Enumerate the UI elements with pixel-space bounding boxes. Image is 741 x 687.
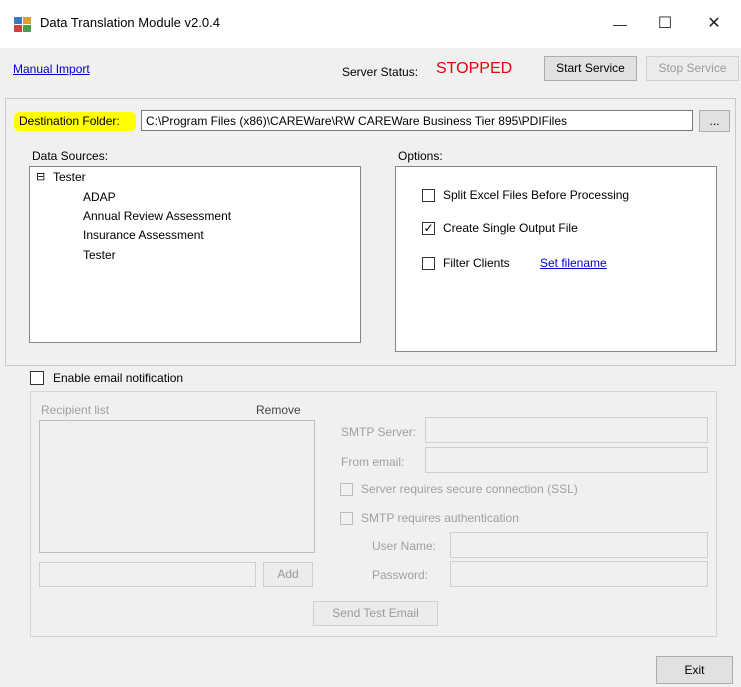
split-excel-checkbox[interactable]: [422, 189, 435, 202]
server-status-value: STOPPED: [436, 60, 513, 77]
single-output-checkbox[interactable]: ✓: [422, 222, 435, 235]
from-email-input[interactable]: [425, 447, 708, 473]
data-sources-label: Data Sources:: [32, 149, 109, 163]
maximize-button[interactable]: ☐: [647, 10, 683, 38]
tree-child-annual-review[interactable]: Annual Review Assessment: [83, 209, 231, 223]
split-excel-label[interactable]: Split Excel Files Before Processing: [443, 188, 629, 202]
window-title: Data Translation Module v2.0.4: [40, 15, 220, 30]
smtp-server-label: SMTP Server:: [341, 425, 417, 439]
set-filename-link[interactable]: Set filename: [540, 256, 607, 270]
smtp-server-input[interactable]: [425, 417, 708, 443]
recipient-input[interactable]: [39, 562, 256, 587]
close-button[interactable]: ✕: [696, 10, 732, 38]
recipient-list-label: Recipient list: [41, 403, 110, 417]
single-output-label[interactable]: Create Single Output File: [443, 221, 578, 235]
data-sources-tree[interactable]: [29, 166, 361, 343]
destination-folder-input[interactable]: C:\Program Files (x86)\CAREWare\RW CAREW…: [141, 110, 693, 131]
tree-collapse-icon[interactable]: ⊟: [36, 170, 45, 183]
enable-email-label[interactable]: Enable email notification: [53, 371, 183, 385]
ssl-label[interactable]: Server requires secure connection (SSL): [361, 482, 578, 496]
password-label: Password:: [372, 568, 429, 582]
exit-button[interactable]: Exit: [656, 656, 733, 684]
from-email-label: From email:: [341, 455, 405, 469]
tree-child-adap[interactable]: ADAP: [83, 190, 116, 204]
tree-child-insurance[interactable]: Insurance Assessment: [83, 228, 204, 242]
destination-folder-label: Destination Folder:: [19, 114, 120, 128]
server-status-label: Server Status:: [342, 65, 419, 79]
enable-email-checkbox[interactable]: [30, 371, 44, 385]
smtp-auth-label[interactable]: SMTP requires authentication: [361, 511, 519, 525]
recipient-list-box[interactable]: [39, 420, 315, 553]
tree-node-tester[interactable]: Tester: [53, 170, 86, 184]
user-name-input[interactable]: [450, 532, 708, 558]
add-recipient-button[interactable]: Add: [263, 562, 313, 587]
user-name-label: User Name:: [372, 539, 437, 553]
minimize-button[interactable]: —: [602, 10, 638, 38]
options-label: Options:: [398, 149, 443, 163]
app-module-icon: [14, 17, 31, 32]
tree-child-tester[interactable]: Tester: [83, 248, 116, 262]
password-input[interactable]: [450, 561, 708, 587]
remove-link[interactable]: Remove: [256, 403, 301, 417]
start-service-button[interactable]: Start Service: [544, 56, 637, 81]
manual-import-link[interactable]: Manual Import: [13, 62, 90, 76]
browse-button[interactable]: ...: [699, 110, 730, 132]
ssl-checkbox[interactable]: [340, 483, 353, 496]
stop-service-button[interactable]: Stop Service: [646, 56, 739, 81]
filter-clients-label[interactable]: Filter Clients: [443, 256, 510, 270]
filter-clients-checkbox[interactable]: [422, 257, 435, 270]
send-test-email-button[interactable]: Send Test Email: [313, 601, 438, 626]
smtp-auth-checkbox[interactable]: [340, 512, 353, 525]
